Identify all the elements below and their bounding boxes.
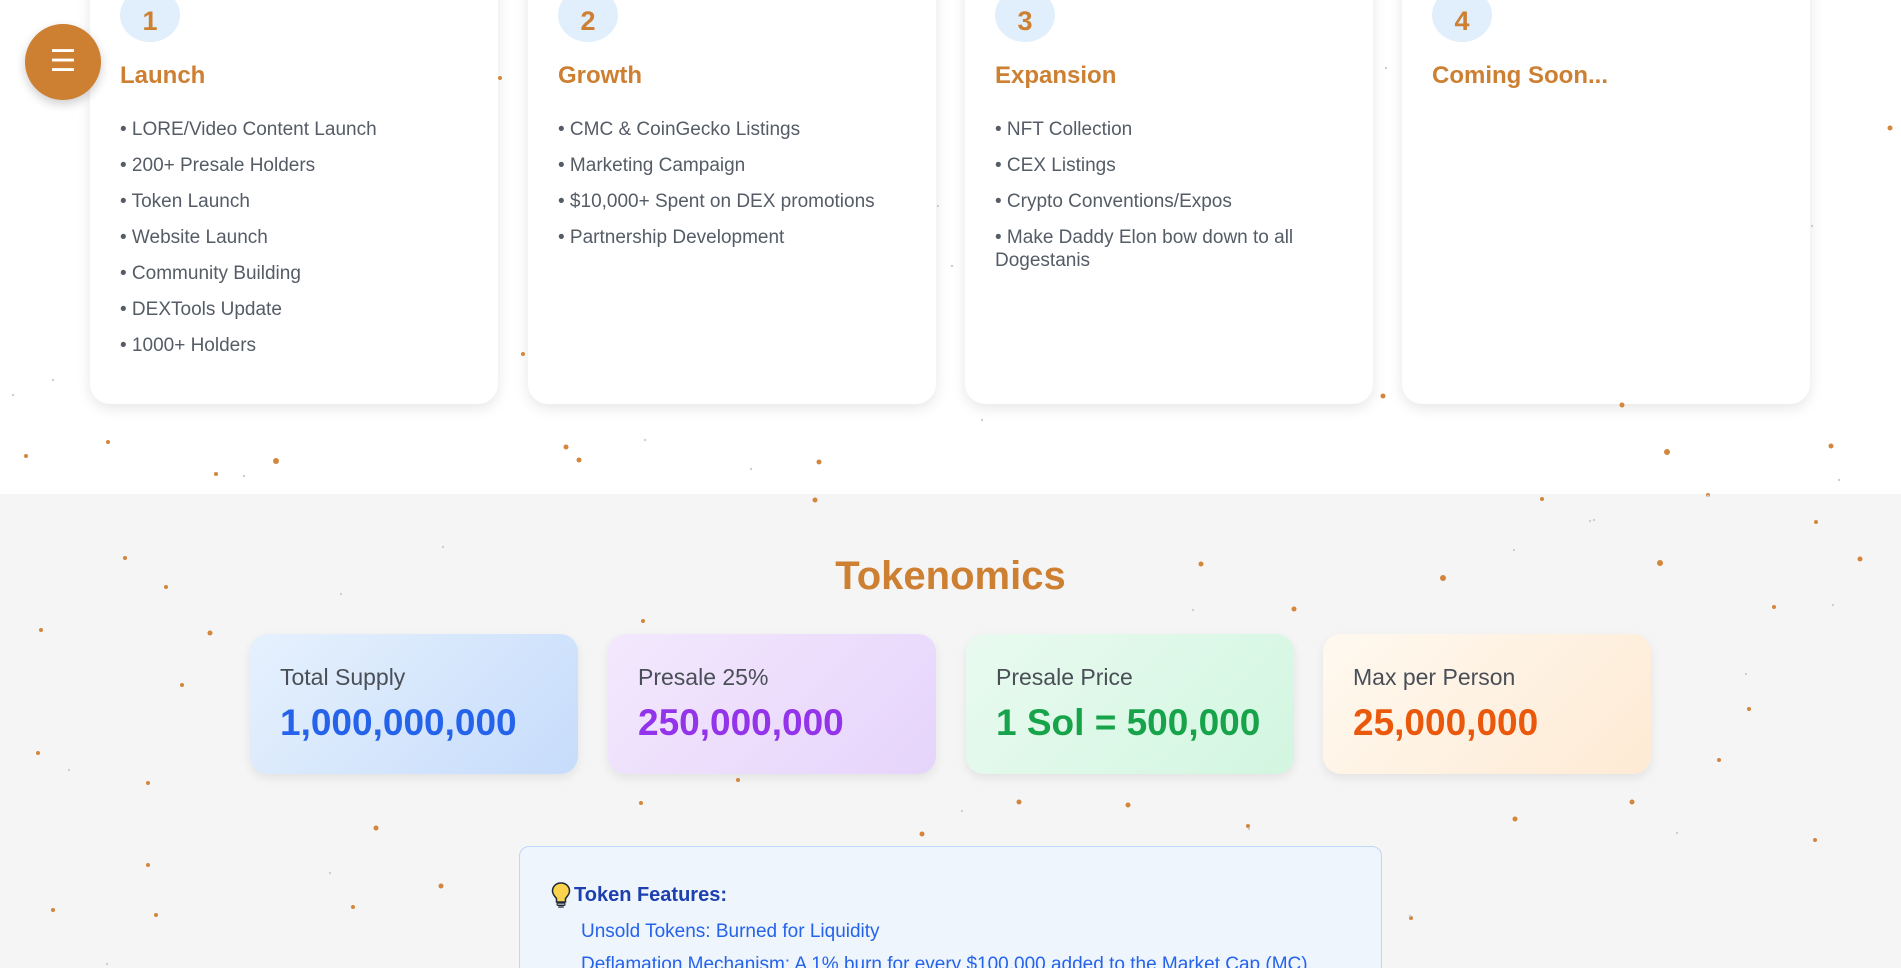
- stat-value: 25,000,000: [1353, 702, 1539, 743]
- phase-item: • NFT Collection: [995, 119, 1133, 140]
- phase-title: Expansion: [995, 62, 1117, 89]
- phase-title: Launch: [120, 62, 206, 89]
- phase-card-4: 4 Coming Soon...: [1402, 0, 1810, 404]
- token-features-box: Token Features: Unsold Tokens: Burned fo…: [519, 846, 1382, 968]
- phase-title: Coming Soon...: [1432, 62, 1608, 89]
- phase-item-list: • NFT Collection • CEX Listings • Crypto…: [995, 118, 1355, 285]
- phase-item: • Token Launch: [120, 191, 250, 212]
- hamburger-menu-icon: ☰: [49, 44, 77, 79]
- phase-item: • 200+ Presale Holders: [120, 155, 316, 176]
- tokenomics-section: Tokenomics Total Supply 1,000,000,000 Pr…: [0, 494, 1901, 968]
- phase-number-badge: 2: [558, 0, 618, 42]
- token-features-list: Unsold Tokens: Burned for Liquidity Defl…: [581, 915, 1313, 968]
- phase-item: • $10,000+ Spent on DEX promotions: [558, 191, 875, 212]
- stat-value: 1,000,000,000: [280, 702, 517, 743]
- roadmap-section: 1 Launch • LORE/Video Content Launch • 2…: [0, 0, 1901, 494]
- stat-label: Presale Price: [996, 664, 1133, 690]
- phase-number-badge: 1: [120, 0, 180, 42]
- lightbulb-icon: [551, 882, 571, 908]
- stat-value: 1 Sol = 500,000: [996, 702, 1261, 743]
- phase-item-list: • CMC & CoinGecko Listings • Marketing C…: [558, 118, 918, 262]
- phase-item: • 1000+ Holders: [120, 335, 257, 356]
- token-features-title: Token Features:: [574, 883, 727, 906]
- phase-item: • LORE/Video Content Launch: [120, 119, 377, 140]
- stat-value: 250,000,000: [638, 702, 844, 743]
- phase-number-badge: 4: [1432, 0, 1492, 42]
- phase-item: • Partnership Development: [558, 227, 785, 248]
- menu-button[interactable]: ☰: [25, 24, 101, 100]
- phase-item: • Make Daddy Elon bow down to all Dogest…: [995, 227, 1294, 271]
- phase-item: • Marketing Campaign: [558, 155, 746, 176]
- phase-item-list: • LORE/Video Content Launch • 200+ Presa…: [120, 118, 480, 370]
- phase-item: • Crypto Conventions/Expos: [995, 191, 1232, 212]
- feature-item: Deflamation Mechanism: A 1% burn for eve…: [581, 954, 1313, 968]
- phase-item: • DEXTools Update: [120, 299, 282, 320]
- phase-card-1: 1 Launch • LORE/Video Content Launch • 2…: [90, 0, 498, 404]
- token-features-header: Token Features:: [550, 881, 727, 909]
- phase-item: • Community Building: [120, 263, 301, 284]
- stat-card-presale: Presale 25% 250,000,000: [608, 634, 936, 774]
- stat-label: Presale 25%: [638, 664, 769, 690]
- stat-card-presale-price: Presale Price 1 Sol = 500,000: [966, 634, 1294, 774]
- phase-item: • CEX Listings: [995, 155, 1116, 176]
- phase-item: • Website Launch: [120, 227, 268, 248]
- phase-card-2: 2 Growth • CMC & CoinGecko Listings • Ma…: [528, 0, 936, 404]
- phase-title: Growth: [558, 62, 642, 89]
- phase-number-badge: 3: [995, 0, 1055, 42]
- stat-card-total-supply: Total Supply 1,000,000,000: [250, 634, 578, 774]
- section-title: Tokenomics: [835, 554, 1066, 598]
- phase-card-3: 3 Expansion • NFT Collection • CEX Listi…: [965, 0, 1373, 404]
- feature-item: Unsold Tokens: Burned for Liquidity: [581, 921, 880, 942]
- stat-label: Max per Person: [1353, 664, 1516, 690]
- stat-card-max-per-person: Max per Person 25,000,000: [1323, 634, 1651, 774]
- phase-item: • CMC & CoinGecko Listings: [558, 119, 801, 140]
- stat-label: Total Supply: [280, 664, 406, 690]
